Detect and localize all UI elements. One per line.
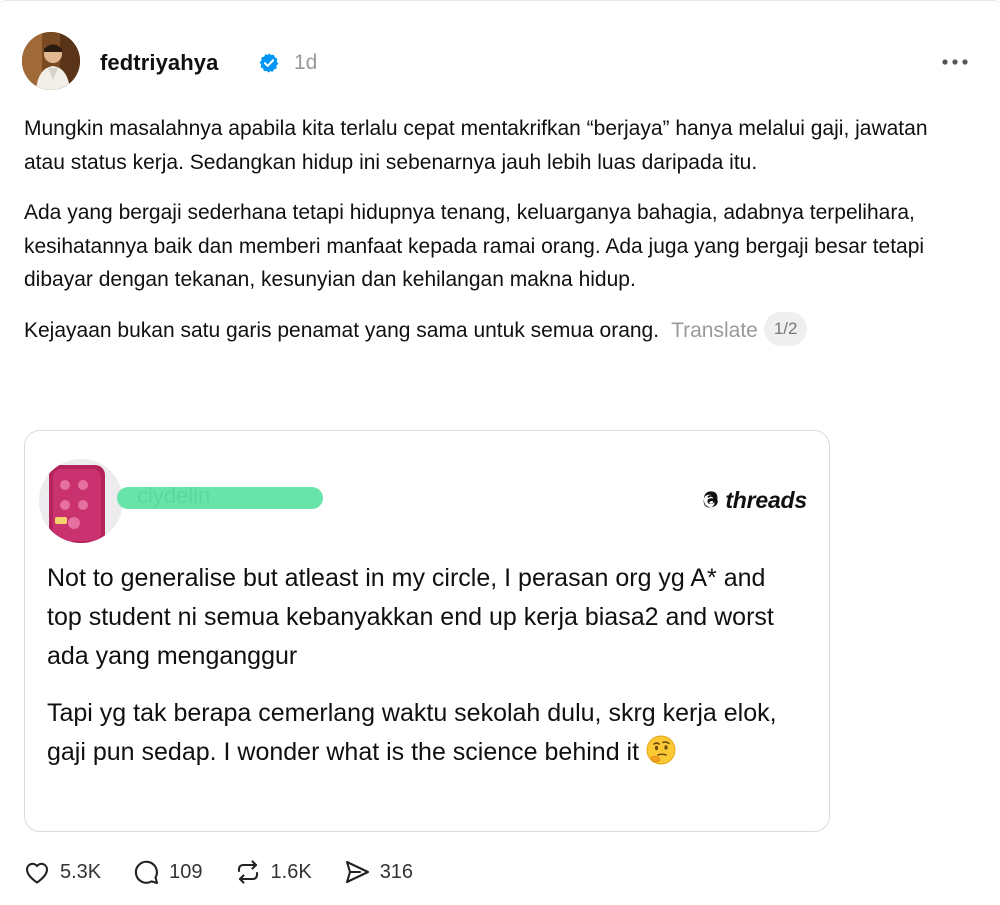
verified-badge-icon xyxy=(259,53,279,73)
quote-paragraph: Not to generalise but atleast in my circ… xyxy=(47,564,774,670)
share-button[interactable]: 316 xyxy=(342,857,413,887)
more-options-icon[interactable] xyxy=(940,54,970,70)
translate-link[interactable]: Translate xyxy=(671,319,758,342)
threads-logo-text: threads xyxy=(725,486,807,513)
post-paragraph: Mungkin masalahnya apabila kita terlalu … xyxy=(24,117,928,174)
page-indicator[interactable]: 1/2 xyxy=(763,311,808,346)
comment-icon xyxy=(135,860,159,885)
repost-count: 1.6K xyxy=(270,860,312,883)
reply-button[interactable]: 109 xyxy=(131,857,203,887)
post-timestamp: 1d xyxy=(294,51,318,74)
post-paragraph-last: Kejayaan bukan satu garis penamat yang s… xyxy=(24,311,964,348)
threads-logo-icon xyxy=(703,491,719,508)
quoted-post-card[interactable]: clydelin threads Not to generalise but a… xyxy=(24,430,830,832)
author-avatar[interactable] xyxy=(22,32,80,90)
thinking-face-emoji-icon xyxy=(646,735,676,765)
repost-button[interactable]: 1.6K xyxy=(233,857,312,887)
redaction-mark xyxy=(117,487,323,509)
reply-count: 109 xyxy=(169,860,203,883)
action-bar: 5.3K 109 1.6K 316 xyxy=(22,854,443,890)
post-paragraph: Kejayaan bukan satu garis penamat yang s… xyxy=(24,318,660,342)
quoted-post-text: Not to generalise but atleast in my circ… xyxy=(47,559,807,790)
quoted-author-avatar[interactable] xyxy=(39,459,123,543)
post-header: fedtriyahya 1d xyxy=(22,32,978,92)
repost-icon xyxy=(237,860,258,884)
heart-icon xyxy=(25,862,49,884)
quote-paragraph-last: Tapi yg tak berapa cemerlang waktu sekol… xyxy=(47,694,807,772)
share-count: 316 xyxy=(379,860,414,883)
author-username[interactable]: fedtriyahya xyxy=(100,50,218,76)
like-count: 5.3K xyxy=(60,860,102,883)
post-paragraph: Ada yang bergaji sederhana tetapi hidupn… xyxy=(24,201,925,291)
threads-logo: threads xyxy=(700,485,807,515)
send-icon xyxy=(345,860,369,884)
like-button[interactable]: 5.3K xyxy=(22,857,101,887)
card-frame xyxy=(0,0,1000,7)
post-body: Mungkin masalahnya apabila kita terlalu … xyxy=(24,112,964,365)
